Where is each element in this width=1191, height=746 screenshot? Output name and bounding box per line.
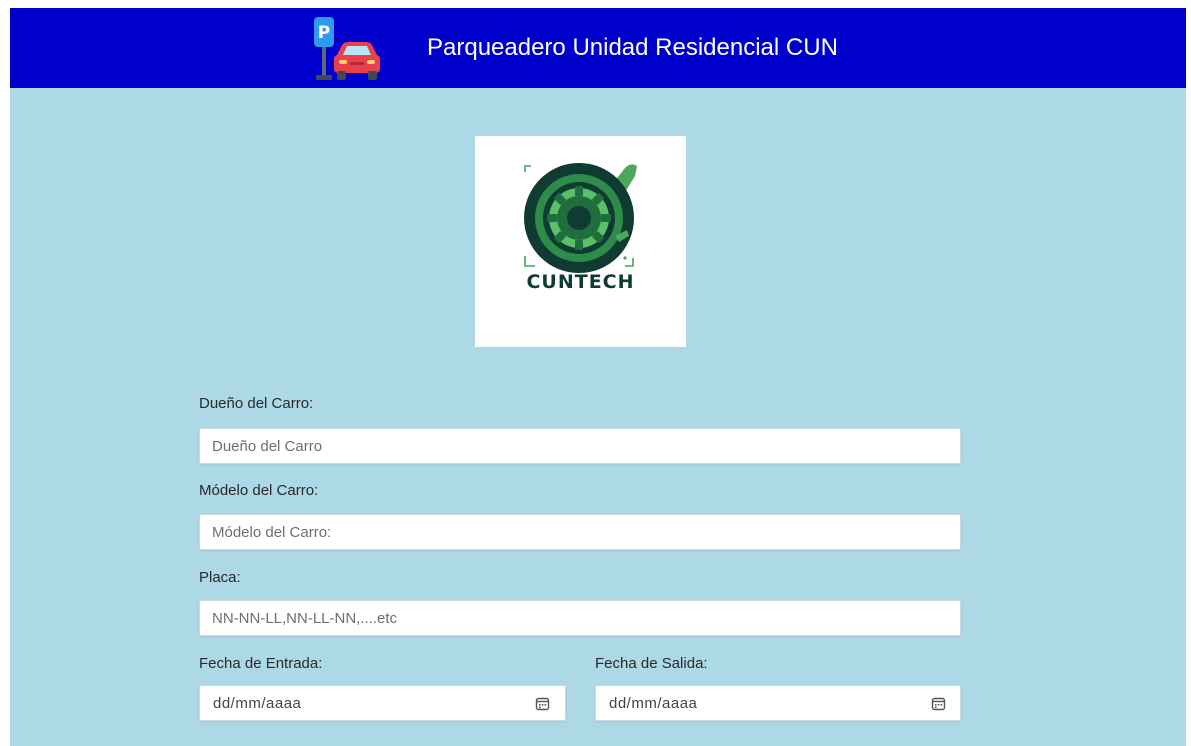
plate-label: Placa: (199, 569, 241, 586)
exit-date-label: Fecha de Salida: (595, 655, 708, 672)
page-frame: P Parqueadero Unidad Residencial CUN CUN… (10, 8, 1186, 746)
parking-sign-letter: P (318, 23, 330, 43)
plate-input[interactable] (212, 601, 942, 635)
page-title: Parqueadero Unidad Residencial CUN (427, 34, 838, 61)
entry-date-label: Fecha de Entrada: (199, 655, 323, 672)
model-input[interactable] (212, 515, 942, 549)
calendar-icon[interactable] (535, 696, 550, 711)
gear-key-icon (524, 163, 637, 273)
calendar-icon[interactable] (931, 696, 946, 711)
owner-input[interactable] (212, 429, 942, 463)
model-label: Módelo del Carro: (199, 482, 319, 499)
plate-field-container (199, 600, 961, 636)
owner-label: Dueño del Carro: (199, 395, 314, 412)
owner-field-container (199, 428, 961, 464)
brand-logo: CUNTECH (475, 136, 686, 347)
exit-date-value: dd/mm/aaaa (609, 695, 698, 712)
exit-date-input[interactable]: dd/mm/aaaa (595, 685, 961, 721)
brand-name: CUNTECH (526, 271, 635, 293)
model-field-container (199, 514, 961, 550)
entry-date-value: dd/mm/aaaa (213, 695, 302, 712)
header-bar: P Parqueadero Unidad Residencial CUN (10, 8, 1186, 88)
entry-date-input[interactable]: dd/mm/aaaa (199, 685, 566, 721)
parking-car-icon: P (312, 15, 380, 81)
